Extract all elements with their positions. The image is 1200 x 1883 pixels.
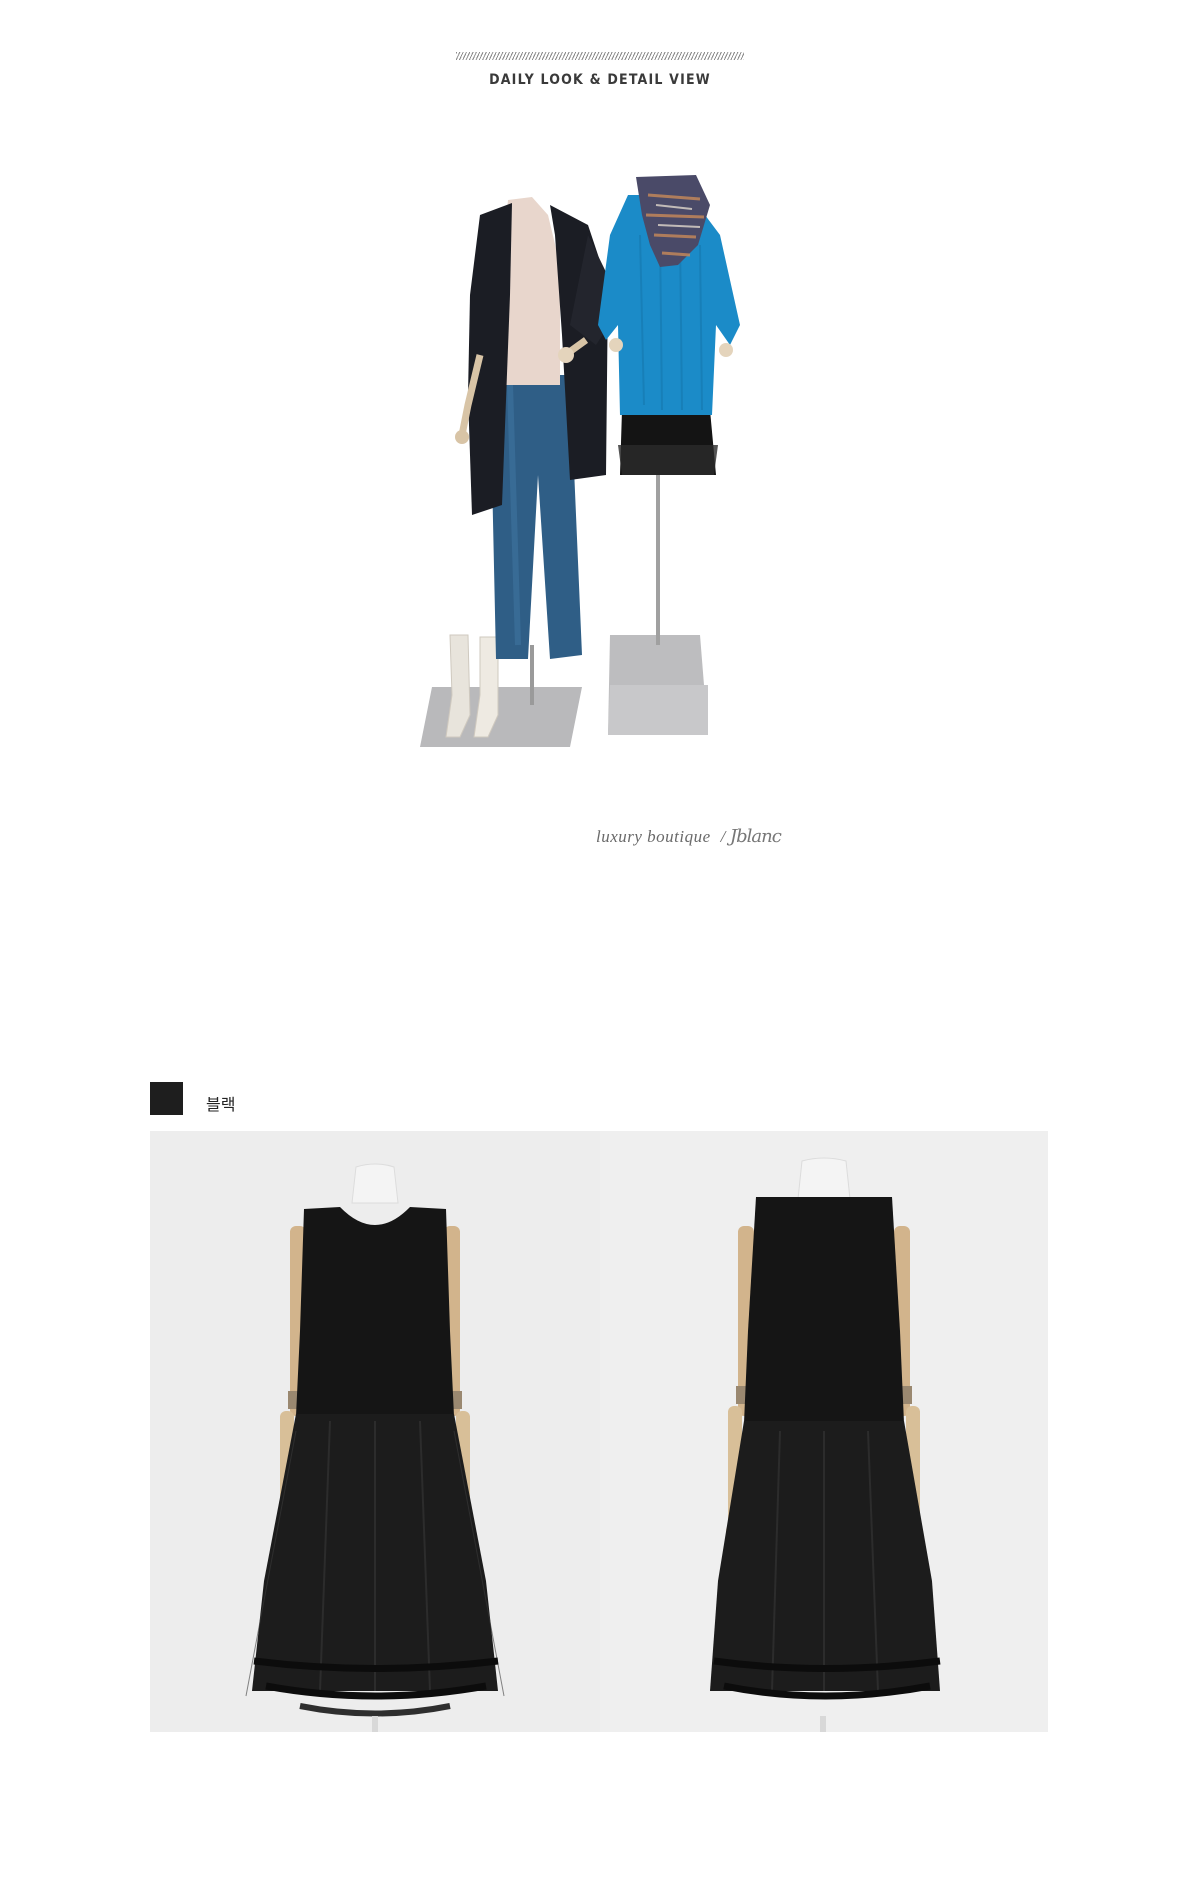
lookbook-image <box>410 175 800 765</box>
hatch-divider <box>456 52 744 60</box>
front-bodice <box>296 1207 454 1416</box>
dress-front-photo <box>150 1131 600 1732</box>
section-title: DAILY LOOK & DETAIL VIEW <box>489 72 711 88</box>
dress-back-photo <box>600 1131 1048 1732</box>
left-stand-pole <box>530 645 534 705</box>
brand-caption-separator: / <box>720 827 726 846</box>
color-swatch[interactable] <box>150 1082 183 1115</box>
left-stand-base <box>420 687 582 747</box>
brand-caption: luxury boutique / Jblanc <box>596 826 782 847</box>
brand-signature: Jblanc <box>729 826 782 847</box>
right-stand-pole <box>656 475 660 645</box>
brand-caption-text: luxury boutique <box>596 827 711 846</box>
left-boot-1 <box>445 634 471 738</box>
color-label: 블랙 <box>206 1097 236 1114</box>
back-bodice <box>744 1197 904 1423</box>
